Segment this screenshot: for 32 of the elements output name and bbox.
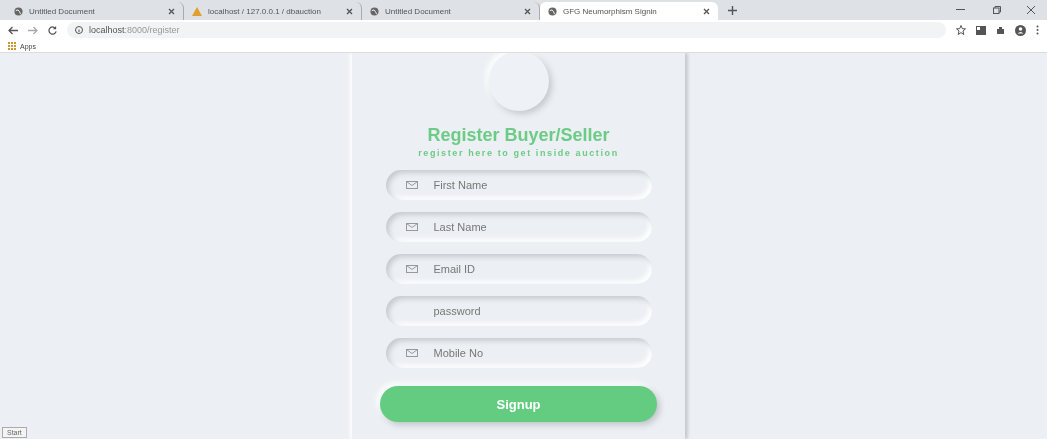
input-field[interactable]: Last Name [385,212,652,242]
input-field[interactable]: First Name [385,170,652,200]
globe-icon [14,6,23,16]
close-icon[interactable] [524,7,531,15]
apps-grid-icon[interactable] [8,42,16,50]
mail-icon [405,265,418,273]
reload-icon[interactable] [48,25,57,35]
browser-tab[interactable]: GFG Neumorphism Signin [540,2,718,20]
close-icon[interactable] [1027,6,1035,14]
mail-icon [405,181,418,189]
star-icon[interactable] [956,25,966,35]
close-icon[interactable] [346,7,353,15]
address-field[interactable]: localhost:8000/register [67,22,946,38]
mail-icon [405,349,418,357]
menu-icon[interactable] [1036,25,1039,35]
warning-icon [192,6,202,16]
form-subtitle: register here to get inside auction [418,148,619,158]
close-icon[interactable] [703,7,710,15]
mail-icon [405,223,418,231]
extension-icon[interactable] [976,25,986,35]
restore-icon[interactable] [993,6,1001,14]
input-field[interactable]: Email ID [385,254,652,284]
back-icon[interactable] [8,25,18,35]
new-tab-icon[interactable] [728,6,737,15]
globe-icon [548,6,557,16]
close-icon[interactable] [168,7,175,15]
input-field[interactable]: password [385,296,652,326]
form-title: Register Buyer/Seller [427,125,610,146]
profile-icon[interactable] [1015,24,1026,36]
input-field[interactable]: Mobile No [385,338,652,368]
info-icon [75,26,83,34]
globe-icon [370,6,379,16]
